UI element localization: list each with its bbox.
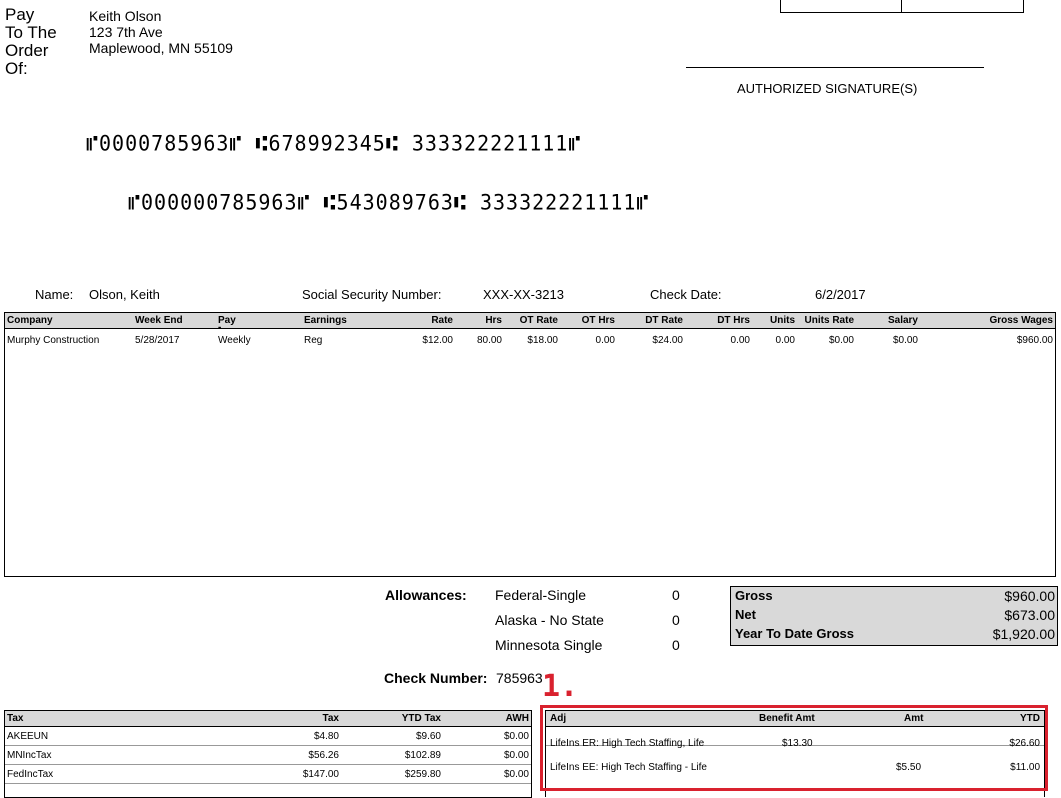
allowance-value: 0	[672, 587, 680, 603]
cell-units: 0.00	[775, 335, 795, 346]
micr-line-1: ⑈0000785963⑈ ⑆678992345⑆ 333322221111⑈	[86, 130, 582, 156]
net-value: $673.00	[1004, 607, 1055, 623]
signature-line	[686, 67, 984, 68]
cell-earnings: Reg	[304, 335, 323, 346]
col-pay-marker: -	[218, 322, 222, 333]
tax-name: MNIncTax	[7, 750, 52, 761]
col-dt-rate: DT Rate	[645, 315, 683, 326]
cell-units-rate: $0.00	[828, 335, 854, 346]
ytd-gross-label: Year To Date Gross	[735, 626, 854, 641]
payee-address-block: Keith Olson 123 7th Ave Maplewood, MN 55…	[89, 8, 233, 56]
tax-awh: $0.00	[503, 769, 529, 780]
cell-pay: Weekly	[218, 335, 251, 346]
earnings-header-row: Company Week End Pay - Earnings Rate Hrs…	[5, 313, 1055, 333]
micr-line-2: ⑈000000785963⑈ ⑆543089763⑆ 333322221111⑈	[128, 189, 650, 215]
annotation-marker: 1.	[542, 669, 579, 704]
col-company: Company	[7, 315, 53, 326]
pay-label-line: Pay	[5, 5, 35, 24]
check-amount-box-divider	[901, 0, 902, 12]
cell-gross-wages: $960.00	[1016, 335, 1053, 346]
col-awh: AWH	[505, 713, 529, 724]
tax-name: AKEEUN	[7, 731, 49, 742]
check-number-label: Check Number:	[384, 670, 488, 686]
tax-table: Tax Tax YTD Tax AWH AKEEUN $4.80 $9.60 $…	[4, 710, 532, 798]
col-rate: Rate	[431, 315, 453, 326]
tax-ytd: $9.60	[415, 731, 441, 742]
col-ot-hrs: OT Hrs	[581, 315, 615, 326]
pay-label-line: Of:	[5, 59, 28, 78]
earnings-table: Company Week End Pay - Earnings Rate Hrs…	[4, 312, 1056, 577]
gross-label: Gross	[735, 588, 773, 603]
col-ot-rate: OT Rate	[519, 315, 558, 326]
tax-ytd: $102.89	[404, 750, 441, 761]
allowance-name: Minnesota Single	[495, 637, 603, 653]
ssn-value: XXX-XX-3213	[483, 287, 564, 302]
tax-amount: $56.26	[308, 750, 339, 761]
tax-name: FedIncTax	[7, 769, 54, 780]
allowance-name: Alaska - No State	[495, 612, 604, 628]
allowance-value: 0	[672, 612, 680, 628]
pay-to-the-order-of-label: Pay To The Order Of:	[5, 6, 75, 78]
allowance-value: 0	[672, 637, 680, 653]
tax-header-row: Tax Tax YTD Tax AWH	[5, 711, 531, 727]
check-number-value: 785963	[496, 670, 543, 686]
col-units-rate: Units Rate	[804, 315, 854, 326]
authorized-signature-label: AUTHORIZED SIGNATURE(S)	[737, 81, 918, 96]
cell-ot-rate: $18.00	[527, 335, 558, 346]
pay-label-line: Order	[5, 41, 49, 60]
net-label: Net	[735, 607, 756, 622]
tax-ytd: $259.80	[404, 769, 441, 780]
col-dt-hrs: DT Hrs	[717, 315, 750, 326]
col-salary: Salary	[887, 315, 918, 326]
pay-label-line: To The	[5, 23, 57, 42]
cell-dt-hrs: 0.00	[730, 335, 750, 346]
tax-awh: $0.00	[503, 750, 529, 761]
col-tax-name: Tax	[7, 713, 24, 724]
check-date-label: Check Date:	[650, 287, 722, 302]
col-gross-wages: Gross Wages	[989, 315, 1053, 326]
employee-name-label: Name:	[35, 287, 74, 302]
check-date-value: 6/2/2017	[815, 287, 866, 302]
highlight-box	[540, 705, 1048, 791]
cell-rate: $12.00	[422, 335, 453, 346]
row-divider	[5, 745, 531, 746]
row-divider	[5, 764, 531, 765]
col-units: Units	[770, 315, 795, 326]
col-hrs: Hrs	[485, 315, 502, 326]
cell-salary: $0.00	[892, 335, 918, 346]
tax-amount: $147.00	[302, 769, 339, 780]
check-amount-box	[780, 0, 1024, 13]
tax-awh: $0.00	[503, 731, 529, 742]
ytd-gross-value: $1,920.00	[992, 626, 1055, 642]
tax-amount: $4.80	[313, 731, 339, 742]
employee-name: Olson, Keith	[89, 287, 160, 302]
allowances-label: Allowances:	[385, 587, 467, 603]
cell-ot-hrs: 0.00	[595, 335, 615, 346]
cell-dt-rate: $24.00	[652, 335, 683, 346]
row-divider	[5, 783, 531, 784]
totals-box: Gross $960.00 Net $673.00 Year To Date G…	[730, 586, 1058, 646]
col-week-end: Week End	[135, 315, 183, 326]
payee-name: Keith Olson	[89, 8, 162, 24]
cell-hrs: 80.00	[476, 335, 502, 346]
payee-address-line2: Maplewood, MN 55109	[89, 40, 233, 56]
col-tax: Tax	[322, 713, 340, 724]
col-ytd-tax: YTD Tax	[401, 713, 441, 724]
col-earnings: Earnings	[304, 315, 347, 326]
allowance-name: Federal-Single	[495, 587, 587, 603]
cell-week-end: 5/28/2017	[135, 335, 180, 346]
cell-company: Murphy Construction	[7, 335, 100, 346]
ssn-label: Social Security Number:	[302, 287, 442, 302]
payee-address-line1: 123 7th Ave	[89, 24, 163, 40]
gross-value: $960.00	[1004, 588, 1055, 604]
